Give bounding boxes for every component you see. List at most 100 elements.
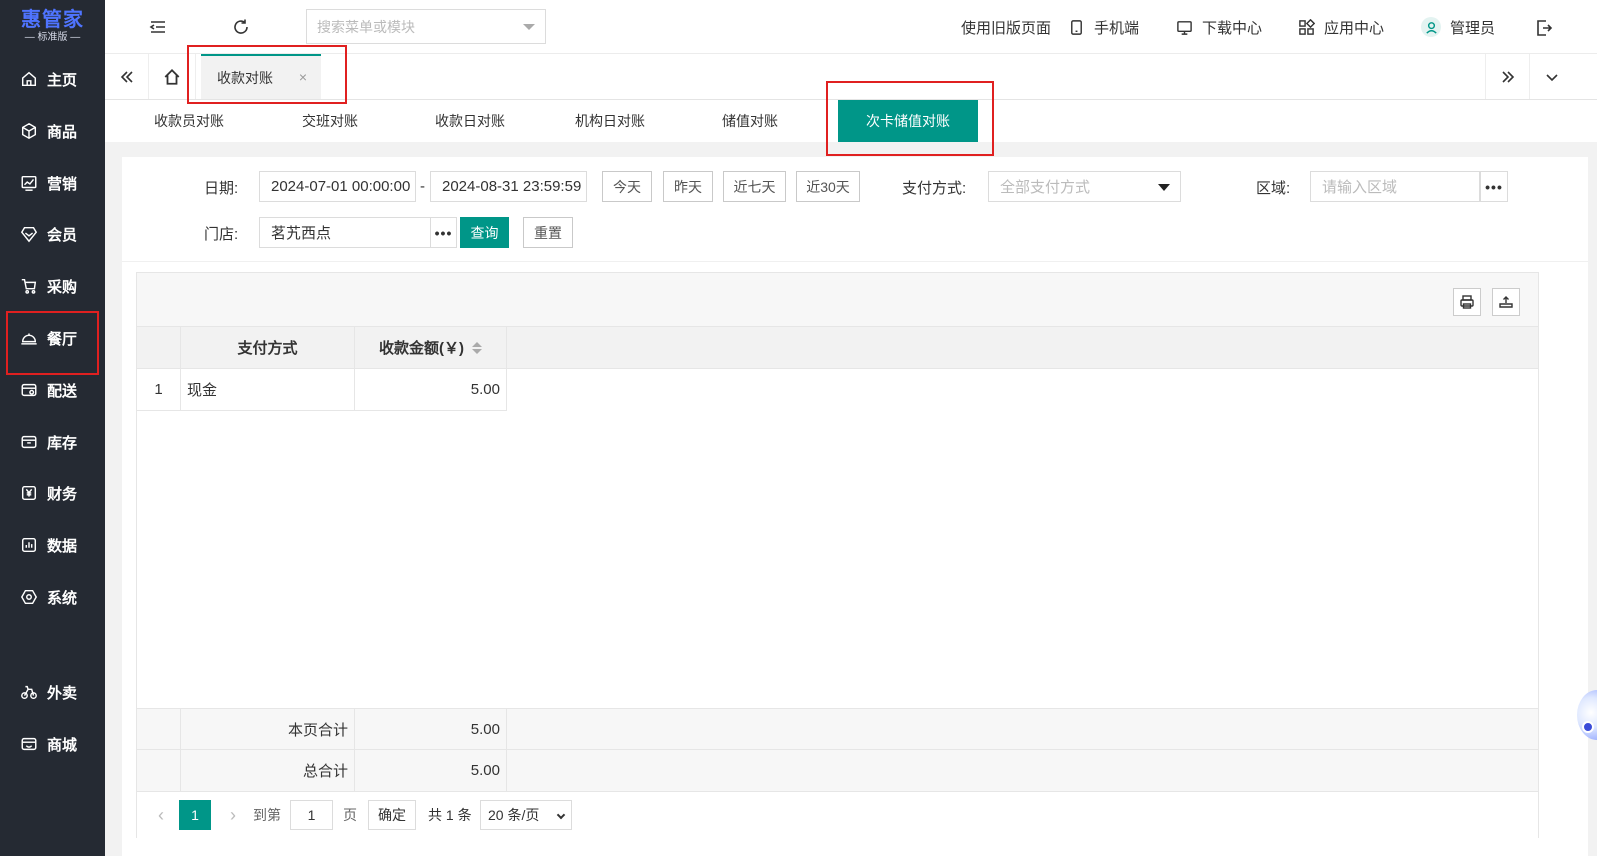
nav-item-label: 主页 (47, 71, 78, 89)
tab-payment-reconciliation[interactable]: 收款对账 × (201, 54, 321, 99)
app-center-link[interactable]: 应用中心 (1297, 17, 1384, 37)
last-30-days-button[interactable]: 近30天 (796, 171, 860, 202)
home-icon (164, 68, 180, 85)
store-input[interactable]: 茗艽西点 (259, 217, 431, 248)
payment-method-select[interactable]: 全部支付方式 (988, 171, 1181, 202)
nav-item-inventory[interactable]: 库存 (0, 420, 105, 464)
date-separator: - (420, 178, 425, 195)
nav-item-purchase[interactable]: 采购 (0, 264, 105, 308)
nav-item-goods[interactable]: 商品 (0, 109, 105, 153)
export-icon (1499, 296, 1513, 308)
caret-down-icon (1158, 184, 1170, 191)
old-version-link[interactable]: 使用旧版页面 (961, 17, 1051, 37)
nav-item-finance[interactable]: 财务 (0, 471, 105, 515)
box-icon (19, 121, 39, 141)
index-header (137, 327, 181, 368)
scroll-tabs-left-button[interactable] (105, 54, 149, 99)
goto-label: 到第 (253, 807, 281, 823)
yesterday-button[interactable]: 昨天 (663, 171, 713, 202)
goto-confirm-button[interactable]: 确定 (368, 800, 416, 830)
mobile-link[interactable]: 手机端 (1067, 17, 1139, 37)
last-7-days-button[interactable]: 近七天 (723, 171, 786, 202)
subtab-card-stored-value[interactable]: 次卡储值对账 (838, 100, 978, 142)
column-payment-method: 支付方式 (181, 327, 355, 368)
chevron-down-icon (1545, 73, 1558, 81)
nav-item-delivery[interactable]: 配送 (0, 368, 105, 412)
subtab-org-daily[interactable]: 机构日对账 (565, 100, 655, 142)
nav-item-label: 餐厅 (47, 330, 78, 348)
home-icon (19, 69, 39, 89)
logo-title: 惠管家 (21, 7, 84, 31)
close-icon[interactable]: × (299, 69, 307, 85)
chart-icon (19, 173, 39, 193)
nav-item-data[interactable]: 数据 (0, 523, 105, 567)
area-label: 区域: (1256, 180, 1291, 197)
subtab-shift[interactable]: 交班对账 (285, 100, 375, 142)
subtab-cashier[interactable]: 收款员对账 (144, 100, 234, 142)
app-center-label: 应用中心 (1324, 19, 1385, 37)
payment-method-value: 全部支付方式 (1000, 179, 1091, 196)
admin-user[interactable]: 管理员 (1421, 17, 1495, 37)
table-toolbar (137, 273, 1538, 327)
nav-item-mall[interactable]: 商城 (0, 722, 105, 766)
total-count: 共 1 条 (428, 807, 472, 823)
print-button[interactable] (1453, 288, 1481, 316)
nav-item-marketing[interactable]: 营销 (0, 161, 105, 205)
page-size-select[interactable]: 20 条/页 (480, 800, 572, 830)
double-chevron-left-icon (120, 70, 133, 83)
logout-icon[interactable] (1535, 19, 1553, 37)
row-index: 1 (137, 369, 181, 410)
nav-item-label: 库存 (47, 434, 78, 452)
nav-item-label: 营销 (47, 175, 78, 193)
next-page-button[interactable]: › (223, 800, 243, 830)
menu-search[interactable] (306, 9, 546, 44)
settings-icon (19, 587, 39, 607)
nav-item-member[interactable]: 会员 (0, 212, 105, 256)
column-amount[interactable]: 收款金额(￥) (355, 327, 507, 368)
table-header: 支付方式 收款金额(￥) (137, 327, 1538, 369)
download-center-link[interactable]: 下载中心 (1175, 17, 1262, 37)
report-panel: 日期: 2024-07-01 00:00:00 - 2024-08-31 23:… (122, 157, 1588, 856)
nav-item-home[interactable]: 主页 (0, 57, 105, 101)
table-row[interactable]: 1 现金 5.00 (137, 369, 507, 411)
subtab-stored-value[interactable]: 储值对账 (705, 100, 795, 142)
chevron-down-icon (556, 810, 566, 820)
date-start-input[interactable]: 2024-07-01 00:00:00 (259, 171, 416, 202)
phone-icon (1067, 18, 1085, 36)
query-button[interactable]: 查询 (460, 217, 509, 248)
area-input[interactable]: 请输入区域 (1310, 171, 1480, 202)
sort-icon[interactable] (472, 341, 482, 354)
export-button[interactable] (1492, 288, 1520, 316)
nav-item-label: 外卖 (47, 684, 78, 702)
nav-item-label: 商城 (47, 736, 78, 754)
scroll-tabs-right-button[interactable] (1485, 54, 1529, 99)
menu-collapse-icon[interactable] (149, 18, 167, 36)
area-more-button[interactable]: ••• (1480, 171, 1508, 202)
sum-index (137, 709, 181, 749)
today-button[interactable]: 今天 (602, 171, 652, 202)
refresh-icon[interactable] (232, 18, 250, 36)
nav-item-label: 数据 (47, 537, 78, 555)
search-input[interactable] (307, 10, 507, 43)
nav-item-label: 采购 (47, 278, 78, 296)
reset-button[interactable]: 重置 (523, 217, 573, 248)
subtab-daily[interactable]: 收款日对账 (425, 100, 515, 142)
tabs-menu-button[interactable] (1529, 54, 1573, 99)
mobile-label: 手机端 (1094, 19, 1140, 37)
page-number-current[interactable]: 1 (179, 800, 211, 830)
reconciliation-subtabs: 收款员对账 交班对账 收款日对账 机构日对账 储值对账 次卡储值对账 (105, 100, 1597, 142)
user-icon (1421, 17, 1441, 37)
home-tab[interactable] (149, 54, 196, 99)
store-more-button[interactable]: ••• (431, 217, 457, 248)
date-end-input[interactable]: 2024-08-31 23:59:59 (430, 171, 587, 202)
goto-page-input[interactable]: 1 (290, 800, 333, 830)
top-header: 使用旧版页面 手机端 下载中心 应用中心 管理员 (105, 0, 1597, 54)
nav-item-system[interactable]: 系统 (0, 575, 105, 619)
nav-item-takeout[interactable]: 外卖 (0, 670, 105, 714)
page-unit-label: 页 (343, 807, 357, 823)
main-content: 收款员对账 交班对账 收款日对账 机构日对账 储值对账 次卡储值对账 日期: 2… (105, 100, 1597, 856)
page-total-value: 5.00 (355, 709, 507, 749)
nav-item-restaurant[interactable]: 餐厅 (0, 316, 105, 360)
payment-method-label: 支付方式: (902, 180, 967, 197)
prev-page-button[interactable]: ‹ (151, 800, 171, 830)
